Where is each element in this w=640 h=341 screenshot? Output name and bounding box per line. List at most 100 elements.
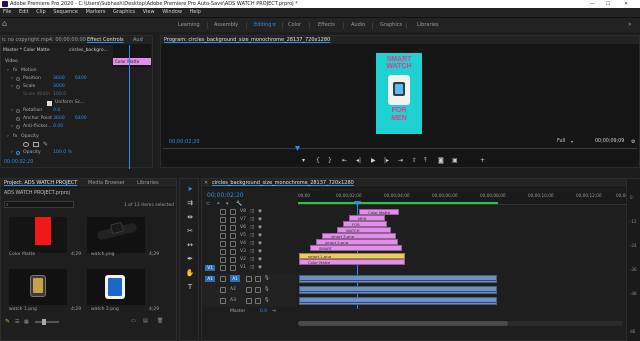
sync-icon[interactable] bbox=[230, 241, 236, 247]
mute-button[interactable] bbox=[246, 287, 252, 293]
pen-mask-icon[interactable]: ✎ bbox=[43, 141, 48, 149]
tab-effect-controls[interactable]: Effect Controls bbox=[87, 36, 124, 45]
eye-icon[interactable]: ◉ bbox=[258, 208, 262, 216]
zoom-slider-handle[interactable] bbox=[42, 319, 46, 325]
program-title[interactable]: Program: circles_background_size_monochr… bbox=[164, 36, 330, 45]
master-track-header[interactable]: Master 0.0 ⇥ bbox=[202, 308, 297, 316]
workspace-color[interactable]: Color bbox=[288, 22, 301, 28]
lock-icon[interactable] bbox=[220, 276, 226, 282]
work-area-bar[interactable] bbox=[298, 202, 498, 204]
step-forward-icon[interactable]: |▸ bbox=[384, 157, 389, 164]
workspace-effects[interactable]: Effects bbox=[318, 22, 335, 28]
scrubber-bar[interactable] bbox=[163, 148, 637, 149]
tab-media-browser[interactable]: Media Browser bbox=[88, 179, 125, 188]
stopwatch-icon[interactable] bbox=[16, 151, 20, 155]
toggle-output-icon[interactable]: ◫ bbox=[250, 256, 254, 264]
source-patch-a1[interactable]: A1 bbox=[205, 276, 215, 282]
menu-help[interactable]: Help bbox=[187, 8, 204, 17]
type-icon[interactable]: T bbox=[185, 282, 195, 292]
lock-icon[interactable] bbox=[220, 298, 226, 304]
toggle-output-icon[interactable]: ◫ bbox=[250, 232, 254, 240]
clip-smart[interactable]: SMART bbox=[310, 245, 402, 251]
zoom-slider[interactable] bbox=[35, 321, 59, 323]
linked-selection-icon[interactable]: ⚭ bbox=[216, 201, 220, 207]
eye-icon[interactable]: ◉ bbox=[258, 232, 262, 240]
lift-icon[interactable]: ⇧ bbox=[412, 157, 417, 164]
fx-row-anchor-point[interactable]: Anchor Point 3600 6400 bbox=[7, 115, 117, 123]
lock-icon[interactable] bbox=[220, 287, 226, 293]
solo-button[interactable] bbox=[255, 287, 261, 293]
stopwatch-icon[interactable] bbox=[16, 109, 20, 113]
stopwatch-icon[interactable] bbox=[16, 117, 20, 121]
fx-row-mask-tools[interactable]: ✎ bbox=[7, 141, 117, 149]
pencil-icon[interactable]: ✎ bbox=[5, 318, 10, 325]
mark-in-icon[interactable]: { bbox=[316, 157, 320, 164]
new-bin-icon[interactable]: ▭ bbox=[131, 318, 136, 324]
menu-sequence[interactable]: Sequence bbox=[50, 8, 81, 17]
lock-icon[interactable] bbox=[220, 257, 226, 263]
export-frame-icon[interactable]: ◙ bbox=[438, 157, 444, 164]
clip-label[interactable]: circles_backgro... bbox=[69, 48, 108, 53]
workspace-learning[interactable]: Learning bbox=[178, 22, 200, 28]
search-input[interactable]: ⌕ bbox=[4, 201, 74, 208]
toggle-output-icon[interactable]: ◫ bbox=[250, 208, 254, 216]
track-select-icon[interactable]: ⇉ bbox=[185, 198, 195, 208]
sequence-tab[interactable]: circles_background_size_monochrome_28137… bbox=[212, 179, 354, 188]
toggle-output-icon[interactable]: ◫ bbox=[250, 224, 254, 232]
track-header-v2[interactable]: V2 ◫ ◉ bbox=[202, 256, 297, 264]
workspace-graphics[interactable]: Graphics bbox=[380, 22, 402, 28]
track-header-v8[interactable]: V8 ◫ ◉ bbox=[202, 208, 297, 216]
fx-row-uniform-scale[interactable]: Uniform Sc... bbox=[7, 99, 117, 107]
track-header-v4[interactable]: V4 ◫ ◉ bbox=[202, 240, 297, 248]
scrollbar-thumb[interactable] bbox=[298, 321, 508, 326]
workspace-editing[interactable]: Editing bbox=[254, 22, 271, 28]
eye-icon[interactable]: ◉ bbox=[258, 248, 262, 256]
maximize-button[interactable]: ☐ bbox=[606, 0, 610, 8]
menu-file[interactable]: File bbox=[0, 8, 14, 17]
button-editor-icon[interactable]: + bbox=[480, 157, 485, 164]
toggle-output-icon[interactable]: ◫ bbox=[250, 240, 254, 248]
source-patch-v1[interactable]: V1 bbox=[205, 265, 215, 271]
mute-button[interactable] bbox=[246, 276, 252, 282]
mini-timeline-clip[interactable]: Color Matte bbox=[113, 58, 151, 65]
lock-icon[interactable] bbox=[220, 249, 226, 255]
go-to-out-icon[interactable]: ⇥ bbox=[398, 157, 403, 164]
track-header-a2[interactable]: A2 🎙 bbox=[202, 285, 297, 296]
lock-icon[interactable] bbox=[220, 217, 226, 223]
tab-audio[interactable]: Aud bbox=[133, 36, 143, 45]
thumbnail-watch-1[interactable] bbox=[9, 269, 67, 305]
toggle-output-icon[interactable]: ◫ bbox=[250, 248, 254, 256]
sync-icon[interactable] bbox=[230, 217, 236, 223]
toggle-output-icon[interactable]: ◫ bbox=[250, 264, 254, 272]
stopwatch-icon[interactable] bbox=[16, 125, 20, 129]
step-back-icon[interactable]: ◂| bbox=[356, 157, 361, 164]
menu-clip[interactable]: Clip bbox=[33, 8, 48, 17]
rectangle-mask-icon[interactable] bbox=[33, 142, 39, 147]
pen-icon[interactable]: ✒ bbox=[185, 254, 195, 264]
track-header-v7[interactable]: V7 ◫ ◉ bbox=[202, 216, 297, 224]
icon-view-icon[interactable]: ▦ bbox=[24, 319, 29, 325]
fx-row-anti-flicker[interactable]: › Anti-flicker... 0.00 bbox=[7, 123, 117, 131]
track-header-v5[interactable]: V5 ◫ ◉ bbox=[202, 232, 297, 240]
fx-row-rotation[interactable]: › Rotation 0.0 bbox=[7, 107, 117, 115]
thumbnail-color-matte[interactable] bbox=[9, 217, 67, 253]
track-header-v1[interactable]: V1 V1 ◫ ◉ bbox=[202, 264, 297, 272]
new-item-icon[interactable]: ▤ bbox=[143, 318, 148, 324]
mark-out-icon[interactable]: } bbox=[328, 157, 332, 164]
eye-icon[interactable]: ◉ bbox=[258, 256, 262, 264]
more-workspaces-icon[interactable]: » bbox=[628, 21, 632, 28]
track-header-v3[interactable]: V3 ◫ ◉ bbox=[202, 248, 297, 256]
thumbnail-watch-2[interactable] bbox=[87, 269, 145, 305]
add-marker-icon[interactable]: ▾ bbox=[302, 157, 305, 164]
ripple-edit-icon[interactable]: ⇹ bbox=[185, 212, 195, 222]
snap-icon[interactable]: ⊂ bbox=[206, 201, 210, 207]
tab-project[interactable]: Project: ADS WATCH PROJECT bbox=[4, 179, 77, 188]
play-icon[interactable]: ▶ bbox=[371, 157, 376, 164]
fit-dropdown[interactable]: Full bbox=[557, 139, 565, 144]
sync-icon[interactable] bbox=[230, 257, 236, 263]
sync-icon[interactable] bbox=[230, 265, 236, 271]
menu-edit[interactable]: Edit bbox=[16, 8, 32, 17]
lock-icon[interactable] bbox=[220, 233, 226, 239]
uniform-scale-checkbox[interactable] bbox=[47, 100, 52, 106]
track-header-v6[interactable]: V6 ◫ ◉ bbox=[202, 224, 297, 232]
